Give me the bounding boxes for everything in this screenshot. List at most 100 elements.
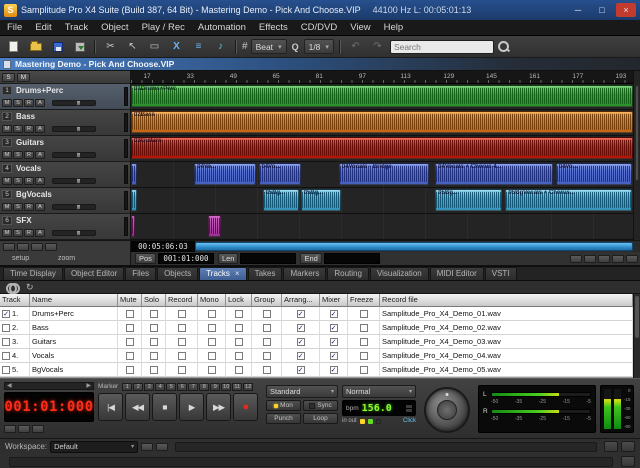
- workspace-select[interactable]: Default: [50, 441, 138, 453]
- col-mono[interactable]: Mono: [198, 294, 226, 307]
- time-display-mode-strip[interactable]: ◀ ▶: [4, 382, 94, 390]
- len-value-field[interactable]: [240, 253, 296, 264]
- stop-button[interactable]: ■: [152, 393, 177, 421]
- marker-button[interactable]: 8: [199, 383, 209, 391]
- track-mute-button[interactable]: M: [2, 203, 12, 211]
- group-checkbox[interactable]: [263, 324, 271, 332]
- audio-clip[interactable]: [131, 215, 135, 237]
- record-checkbox[interactable]: [178, 324, 186, 332]
- track-solo-button[interactable]: S: [13, 203, 23, 211]
- menu-play-rec[interactable]: Play / Rec: [142, 22, 185, 33]
- pos-button[interactable]: Pos: [135, 253, 156, 264]
- prev-display-icon[interactable]: ◀: [7, 383, 12, 389]
- scrollbar-thumb[interactable]: [635, 296, 639, 338]
- group-checkbox[interactable]: [263, 310, 271, 318]
- quantize-button[interactable]: Q: [292, 42, 299, 52]
- project-titlebar[interactable]: Mastering Demo - Pick And Choose.VIP: [0, 58, 640, 71]
- track-select-checkbox[interactable]: [2, 338, 10, 346]
- pos-value-field[interactable]: 001:01:000: [158, 253, 214, 264]
- track-name[interactable]: Bass: [16, 112, 35, 121]
- freeze-checkbox[interactable]: [360, 324, 368, 332]
- undo-button[interactable]: ↶: [346, 38, 365, 55]
- track-solo-button[interactable]: S: [13, 177, 23, 185]
- table-row[interactable]: 2. Bass ✓ ✓ Samplitude_Pro_X4_Demo_02.wa…: [0, 321, 633, 335]
- record-checkbox[interactable]: [178, 352, 186, 360]
- track-lane-vocals[interactable]: 04Vo... 04Vo... 04Vocals - Bridge 04Voca…: [131, 162, 633, 188]
- tab-time-display[interactable]: Time Display: [3, 267, 63, 280]
- track-size-button[interactable]: [45, 243, 57, 251]
- workspace-next-button[interactable]: [156, 443, 168, 451]
- bpm-display[interactable]: bpm 156.0: [342, 400, 416, 416]
- mixer-checkbox[interactable]: ✓: [330, 352, 338, 360]
- track-mute-button[interactable]: M: [2, 125, 12, 133]
- skip-start-button[interactable]: |◀: [98, 393, 123, 421]
- track-mute-button[interactable]: M: [2, 99, 12, 107]
- track-lane-drums[interactable]: 01Drums+Perc: [131, 84, 633, 110]
- mute-checkbox[interactable]: [126, 310, 134, 318]
- mute-checkbox[interactable]: [126, 352, 134, 360]
- tab-tracks[interactable]: Tracks×: [199, 267, 246, 280]
- row-name[interactable]: Vocals: [30, 349, 118, 363]
- solo-all-button[interactable]: S: [2, 73, 15, 82]
- lock-checkbox[interactable]: [235, 310, 243, 318]
- col-freeze[interactable]: Freeze: [348, 294, 380, 307]
- track-size-button[interactable]: [3, 243, 15, 251]
- tab-visualization[interactable]: Visualization: [370, 267, 429, 280]
- solo-checkbox[interactable]: [150, 324, 158, 332]
- track-record-button[interactable]: R: [24, 229, 34, 237]
- tab-routing[interactable]: Routing: [327, 267, 369, 280]
- maximize-button[interactable]: □: [592, 3, 612, 17]
- tab-files[interactable]: Files: [125, 267, 156, 280]
- mixer-checkbox[interactable]: ✓: [330, 310, 338, 318]
- mute-all-button[interactable]: M: [17, 73, 30, 82]
- display-option-button[interactable]: [4, 425, 16, 433]
- jog-wheel[interactable]: [424, 387, 470, 433]
- track-header-bass[interactable]: 2 Bass M S R A: [0, 110, 130, 136]
- marker-button[interactable]: 6: [177, 383, 187, 391]
- track-volume-fader[interactable]: [52, 204, 96, 210]
- mute-checkbox[interactable]: [126, 338, 134, 346]
- audio-clip[interactable]: 04Vocals + Chorus 4...: [435, 163, 552, 185]
- mono-checkbox[interactable]: [208, 310, 216, 318]
- mono-checkbox[interactable]: [208, 366, 216, 374]
- track-header-sfx[interactable]: 6 SFX M S R A: [0, 214, 130, 240]
- mouse-mode-button[interactable]: ↖: [123, 38, 142, 55]
- zoom-label[interactable]: zoom: [58, 255, 75, 262]
- loop-button[interactable]: Loop: [303, 413, 338, 424]
- audio-clip[interactable]: 05BgVocals + Chorus...: [505, 189, 632, 211]
- rewind-button[interactable]: ◀◀: [125, 393, 150, 421]
- zoom-in-button[interactable]: [598, 255, 610, 263]
- group-checkbox[interactable]: [263, 338, 271, 346]
- track-mute-button[interactable]: M: [2, 177, 12, 185]
- table-scrollbar[interactable]: [633, 294, 640, 378]
- record-file[interactable]: Samplitude_Pro_X4_Demo_04.wav: [380, 349, 633, 363]
- grid-value-select[interactable]: 1/8: [304, 39, 334, 54]
- click-button[interactable]: Click: [403, 418, 416, 424]
- display-option-button[interactable]: [32, 425, 44, 433]
- punch-button[interactable]: Punch: [266, 413, 301, 424]
- display-option-button[interactable]: [18, 425, 30, 433]
- track-volume-fader[interactable]: [52, 126, 96, 132]
- len-button[interactable]: Len: [218, 253, 239, 264]
- audio-clip[interactable]: 03Guitars: [131, 137, 633, 159]
- track-volume-fader[interactable]: [52, 100, 96, 106]
- tab-objects[interactable]: Objects: [157, 267, 198, 280]
- export-button[interactable]: [70, 38, 89, 55]
- workspace-prev-button[interactable]: [141, 443, 153, 451]
- marker-button[interactable]: 12: [243, 383, 253, 391]
- audio-clip[interactable]: 01Drums+Perc: [131, 85, 633, 107]
- track-lane-bgvocals[interactable]: 05Bg... 05Bg... 05Bg... 05BgVocals + Cho…: [131, 188, 633, 214]
- col-lock[interactable]: Lock: [226, 294, 252, 307]
- tab-close-icon[interactable]: ×: [235, 268, 240, 280]
- track-record-button[interactable]: R: [24, 99, 34, 107]
- track-header-drums[interactable]: 1 Drums+Perc M S R A: [0, 84, 130, 110]
- tab-takes[interactable]: Takes: [248, 267, 283, 280]
- menu-help[interactable]: Help: [384, 22, 404, 33]
- tab-object-editor[interactable]: Object Editor: [64, 267, 124, 280]
- mute-checkbox[interactable]: [126, 324, 134, 332]
- record-file[interactable]: Samplitude_Pro_X4_Demo_05.wav: [380, 363, 633, 377]
- mixer-checkbox[interactable]: ✓: [330, 338, 338, 346]
- track-record-button[interactable]: R: [24, 203, 34, 211]
- audio-clip[interactable]: 05Bg...: [263, 189, 299, 211]
- track-automation-button[interactable]: A: [35, 203, 45, 211]
